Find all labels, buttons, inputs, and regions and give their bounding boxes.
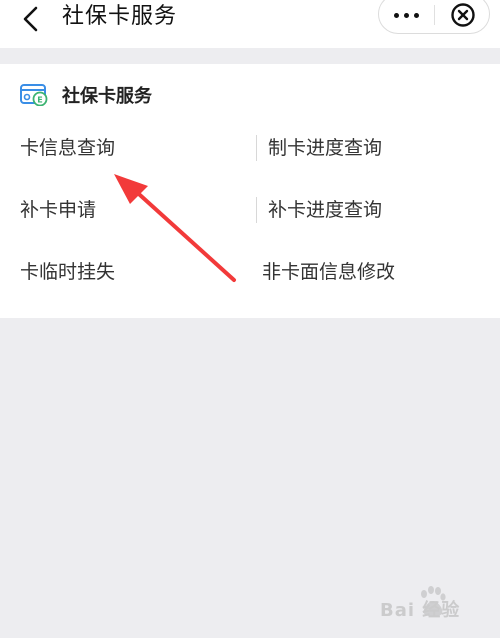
service-card: E 社保卡服务 卡信息查询 制卡进度查询 补卡申请 补卡进度查询 卡临时挂失 非… [0,64,500,318]
card-title: 社保卡服务 [62,86,152,107]
chevron-left-icon [23,6,38,32]
service-item-non-card-info-modify[interactable]: 非卡面信息修改 [262,253,395,291]
grid-divider [256,135,257,161]
more-button[interactable] [379,0,434,35]
service-item-card-info-query[interactable]: 卡信息查询 [20,129,115,167]
grid-divider [256,197,257,223]
close-button[interactable] [435,0,490,35]
card-header: E 社保卡服务 [20,80,152,110]
service-item-card-progress-query[interactable]: 制卡进度查询 [268,129,382,167]
service-item-card-reissue-apply[interactable]: 补卡申请 [20,191,96,229]
more-dots-icon [394,12,399,18]
nav-bar: 社保卡服务 [0,0,500,48]
more-dot [414,12,419,18]
close-circle-icon [450,3,475,27]
social-security-card-icon: E [20,84,48,106]
watermark: Bai 经验 [380,582,495,626]
watermark-text: Bai 经验 [380,600,461,621]
more-dot [404,12,409,18]
page-title: 社保卡服务 [62,4,178,29]
svg-text:E: E [37,96,42,105]
back-button[interactable] [14,2,48,36]
page: 社保卡服务 E 社保卡服务 卡信息查询 制卡进度查询 补卡申请 补卡进度查询 卡… [0,0,500,638]
service-item-temporary-loss-report[interactable]: 卡临时挂失 [20,253,115,291]
mini-program-capsule [378,0,490,34]
service-item-reissue-progress-query[interactable]: 补卡进度查询 [268,191,382,229]
